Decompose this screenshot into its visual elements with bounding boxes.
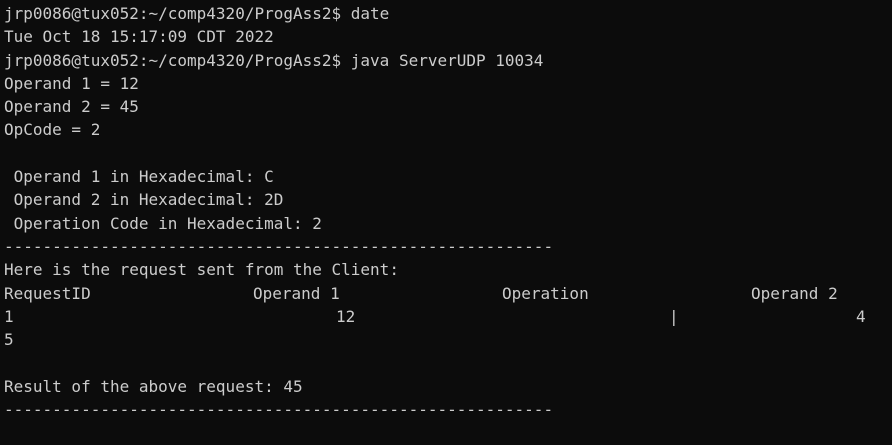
terminal-line-operand1: Operand 1 = 12 bbox=[4, 73, 139, 93]
terminal-line-separator: ----------------------------------------… bbox=[4, 400, 554, 420]
terminal-line-request-heading: Here is the request sent from the Client… bbox=[4, 260, 399, 280]
terminal-line-opcode: OpCode = 2 bbox=[4, 120, 101, 140]
terminal-line-result: Result of the above request: 45 bbox=[4, 376, 303, 396]
terminal-line-prompt-java: jrp0086@tux052:~/comp4320/ProgAss2$ java… bbox=[4, 50, 544, 70]
header-request-id: RequestID bbox=[4, 283, 91, 303]
terminal-line-operand1-hex: Operand 1 in Hexadecimal: C bbox=[4, 167, 274, 187]
terminal-line-opcode-hex: Operation Code in Hexadecimal: 2 bbox=[4, 213, 322, 233]
terminal-window[interactable]: jrp0086@tux052:~/comp4320/ProgAss2$ date… bbox=[0, 0, 892, 443]
request-table-wrap: 5 bbox=[4, 330, 14, 350]
request-table-header: RequestID Operand 1 Operation Operand 2 bbox=[4, 282, 892, 305]
header-operand1: Operand 1 bbox=[253, 283, 340, 303]
terminal-line-prompt-date: jrp0086@tux052:~/comp4320/ProgAss2$ date bbox=[4, 4, 390, 23]
terminal-line-date-output: Tue Oct 18 15:17:09 CDT 2022 bbox=[4, 27, 274, 47]
terminal-line-operand2-hex: Operand 2 in Hexadecimal: 2D bbox=[4, 190, 284, 210]
cell-operation: | bbox=[669, 306, 679, 326]
cell-request-id: 1 bbox=[4, 306, 14, 326]
cell-operand2: 4 bbox=[856, 306, 866, 326]
request-table-row: 1 12 | 4 bbox=[4, 305, 892, 328]
header-operand2: Operand 2 bbox=[751, 283, 838, 303]
cell-operand1: 12 bbox=[336, 306, 356, 326]
header-operation: Operation bbox=[502, 283, 589, 303]
terminal-line-operand2: Operand 2 = 45 bbox=[4, 97, 139, 117]
terminal-line-separator: ----------------------------------------… bbox=[4, 236, 554, 256]
